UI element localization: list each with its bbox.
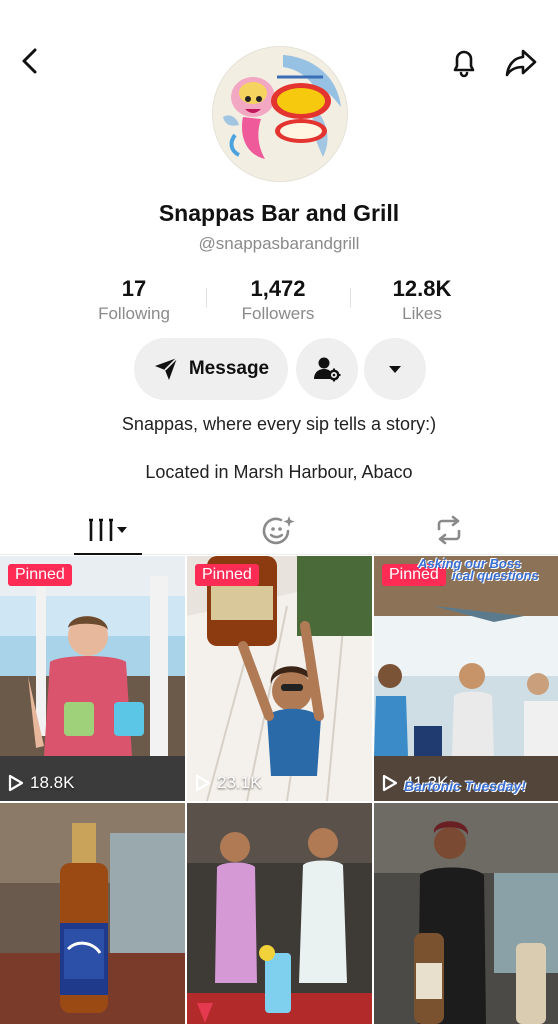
tab-videos[interactable] (74, 506, 142, 555)
face-sparkle-icon (262, 516, 295, 545)
profile-name: Snappas Bar and Grill (158, 200, 400, 226)
share-icon (505, 49, 537, 77)
more-options-button[interactable] (364, 338, 426, 400)
view-count-text: 23.1K (217, 773, 262, 792)
stat-likes[interactable]: 12.8K Likes (350, 276, 494, 326)
play-icon (382, 774, 398, 792)
content-tabs (0, 506, 558, 555)
profile-handle: @snappasbarandgrill (198, 234, 360, 253)
stat-followers[interactable]: 1,472 Followers (206, 276, 350, 326)
message-label: Message (188, 358, 270, 379)
video-caption-top-2: ical questions (452, 568, 539, 583)
stat-value: 12.8K (392, 276, 452, 301)
video-thumbnail-image (0, 803, 185, 1024)
stat-value: 17 (121, 276, 147, 301)
video-thumbnail-image (187, 803, 372, 1024)
pinned-badge: Pinned (8, 564, 72, 586)
share-button[interactable] (502, 44, 540, 80)
stat-label: Following (98, 304, 170, 323)
view-count: 23.1K (195, 773, 261, 793)
grid-icon (89, 518, 127, 541)
video-thumbnail-image (0, 556, 185, 801)
person-settings-icon (314, 357, 341, 382)
video-thumbnail[interactable] (374, 803, 558, 1024)
profile-actions: Message (0, 338, 558, 400)
stats-row: 17 Following 1,472 Followers 12.8K Likes (62, 276, 494, 326)
video-caption-bottom: Bartonic Tuesday! (404, 778, 526, 794)
video-thumbnail[interactable]: Pinned 23.1K (187, 556, 372, 801)
bell-icon (453, 50, 475, 78)
video-thumbnail[interactable]: Pinned Asking our Boss ical questions 41… (374, 556, 558, 801)
video-thumbnail[interactable] (0, 803, 185, 1024)
tab-liked[interactable] (244, 506, 314, 554)
stat-label: Followers (241, 304, 315, 323)
message-button[interactable]: Message (134, 338, 288, 400)
send-icon (154, 357, 178, 380)
back-arrow-icon (22, 48, 37, 74)
video-thumbnail-image (187, 556, 372, 801)
caret-down-icon (389, 366, 401, 373)
video-thumbnail[interactable]: Pinned 18.8K (0, 556, 185, 801)
tab-reposts[interactable] (414, 506, 484, 554)
play-icon (8, 774, 24, 792)
pinned-badge: Pinned (195, 564, 259, 586)
stat-label: Likes (402, 304, 442, 323)
profile-bio: Snappas, where every sip tells a story:) (121, 414, 437, 434)
video-thumbnail-image (374, 556, 558, 801)
video-grid: Pinned 18.8K Pinned 23.1K Pinned Asking … (0, 556, 558, 1024)
follow-settings-button[interactable] (296, 338, 358, 400)
profile-location: Located in Marsh Harbour, Abaco (145, 462, 413, 482)
play-icon (195, 774, 211, 792)
view-count-text: 18.8K (30, 773, 75, 792)
stat-value: 1,472 (250, 276, 306, 301)
video-thumbnail[interactable] (187, 803, 372, 1024)
video-thumbnail-image (374, 803, 558, 1024)
stat-following[interactable]: 17 Following (62, 276, 206, 326)
repost-icon (437, 515, 461, 545)
back-button[interactable] (14, 44, 48, 78)
avatar[interactable] (212, 46, 348, 182)
logo-image (213, 47, 347, 181)
view-count: 18.8K (8, 773, 74, 793)
notification-bell-button[interactable] (446, 44, 482, 80)
